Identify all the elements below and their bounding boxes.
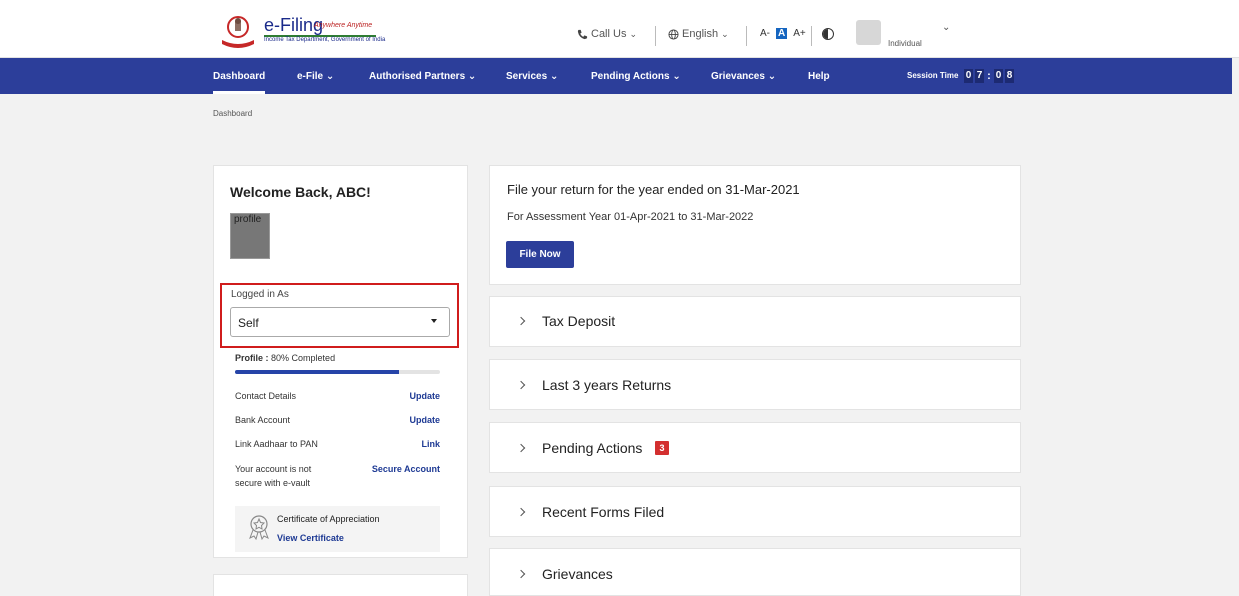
avatar[interactable] [856,20,881,45]
accordion-title: Pending Actions [542,440,643,456]
chevron-right-icon [516,380,526,390]
font-size-controls: A- A A+ [760,28,806,39]
font-decrease-button[interactable]: A- [760,28,770,39]
assessment-year-text: For Assessment Year 01-Apr-2021 to 31-Ma… [507,211,754,223]
session-timer: 0 7 : 0 8 [964,69,1014,83]
nav-pending-actions[interactable]: Pending Actions ⌄ [591,58,681,94]
divider [655,26,656,46]
divider [746,26,747,46]
profile-progress-fill [235,370,399,374]
session-time-label: Session Time [907,71,959,80]
certificate-badge-icon [249,515,269,540]
profile-status-value: 80% Completed [271,353,336,363]
phone-icon [577,29,588,39]
timer-colon: : [987,70,991,82]
profile-image: profile [230,213,270,259]
divider [811,26,812,46]
profile-status: Profile : 80% Completed [235,353,335,363]
chevron-down-icon: ⌄ [672,71,681,82]
nav-help[interactable]: Help [808,58,830,94]
contrast-icon[interactable] [822,28,834,40]
evault-status-line1: Your account is not [235,464,312,474]
chevron-right-icon [516,443,526,453]
accordion-title: Last 3 years Returns [542,377,672,393]
nav-dashboard[interactable]: Dashboard [213,58,266,94]
certificate-title: Certificate of Appreciation [277,514,380,524]
nav-efile-label: e-File [297,71,324,82]
accordion-title: Recent Forms Filed [542,504,665,520]
chevron-down-icon: ⌄ [467,71,477,82]
timer-digit: 0 [964,69,973,83]
evault-status-line2: secure with e-vault [235,478,311,488]
font-increase-button[interactable]: A+ [793,28,806,39]
highlight-box [220,283,459,348]
welcome-heading: Welcome Back, ABC! [230,184,371,200]
main-nav: Dashboard e-File ⌄ Authorised Partners ⌄… [0,58,1232,94]
nav-services-label: Services [506,71,548,82]
chevron-down-icon: ⌄ [721,28,729,39]
pending-count-badge: 3 [655,441,669,455]
language-label: English [682,28,719,40]
bank-account-update-link[interactable]: Update [409,415,440,425]
nav-pending-actions-label: Pending Actions [591,71,670,82]
contact-details-update-link[interactable]: Update [409,391,440,401]
nav-efile[interactable]: e-File ⌄ [297,58,334,94]
nav-grievances-label: Grievances [711,71,765,82]
nav-authorised-partners[interactable]: Authorised Partners ⌄ [369,58,476,94]
nav-services[interactable]: Services ⌄ [506,58,558,94]
chevron-down-icon: ⌄ [325,71,335,82]
nav-authorised-partners-label: Authorised Partners [369,71,466,82]
chevron-down-icon: ⌄ [629,28,637,39]
profile-status-label: Profile : [235,353,269,363]
font-normal-button[interactable]: A [776,28,788,39]
timer-digit: 7 [975,69,984,83]
profile-progress-bar [235,370,440,374]
secure-account-link[interactable]: Secure Account [372,464,440,474]
timer-digit: 8 [1005,69,1014,83]
globe-icon [668,28,679,40]
accordion-grievances[interactable]: Grievances [489,548,1021,596]
file-return-title: File your return for the year ended on 3… [507,182,800,197]
top-header: e-Filing Anywhere Anytime Income Tax Dep… [0,0,1239,58]
logo-subtitle: Income Tax Department, Government of Ind… [264,37,386,43]
chevron-down-icon: ⌄ [549,71,559,82]
secondary-card [213,574,468,596]
chevron-right-icon [516,569,526,579]
accordion-last-3-years-returns[interactable]: Last 3 years Returns [489,359,1021,410]
contact-details-label: Contact Details [235,391,297,401]
chevron-down-icon: ⌄ [767,71,777,82]
call-us-menu[interactable]: Call Us ⌄ [577,28,637,40]
logo-tagline: Anywhere Anytime [314,22,373,29]
accordion-recent-forms-filed[interactable]: Recent Forms Filed [489,486,1021,537]
accordion-tax-deposit[interactable]: Tax Deposit [489,296,1021,347]
accordion-title: Grievances [542,566,613,582]
link-aadhaar-link[interactable]: Link [421,439,440,449]
accordion-title: Tax Deposit [542,313,616,329]
file-now-button[interactable]: File Now [506,241,574,268]
nav-grievances[interactable]: Grievances ⌄ [711,58,776,94]
bank-account-label: Bank Account [235,415,291,425]
user-menu-chevron-down-icon[interactable]: ⌄ [942,22,950,33]
timer-digit: 0 [994,69,1003,83]
accordion-pending-actions[interactable]: Pending Actions 3 [489,422,1021,473]
chevron-right-icon [516,316,526,326]
chevron-right-icon [516,507,526,517]
view-certificate-link[interactable]: View Certificate [277,533,344,543]
user-type-label: Individual [888,39,922,48]
link-aadhaar-label: Link Aadhaar to PAN [235,439,318,449]
emblem-icon [222,16,254,48]
language-menu[interactable]: English ⌄ [668,28,729,40]
breadcrumb: Dashboard [213,109,253,118]
call-us-label: Call Us [591,28,627,40]
